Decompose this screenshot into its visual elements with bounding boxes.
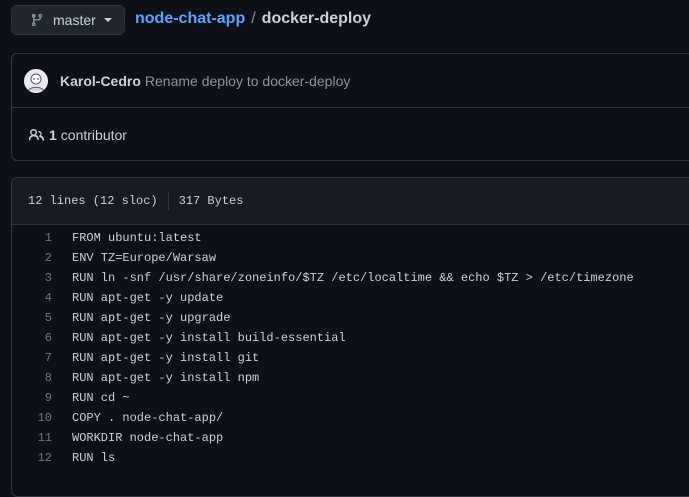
line-code: WORKDIR node-chat-app	[72, 431, 224, 445]
line-code: RUN ls	[72, 451, 116, 465]
git-branch-icon	[30, 13, 44, 27]
latest-commit-row: Karol-Cedro Rename deploy to docker-depl…	[12, 54, 689, 108]
code-line: 1 FROM ubuntu:latest	[12, 228, 689, 248]
line-number[interactable]: 6	[12, 328, 72, 348]
file-line-count: 12 lines (12 sloc)	[28, 194, 158, 208]
contributor-label: contributor	[60, 126, 127, 143]
breadcrumb-separator: /	[251, 10, 256, 27]
line-code: RUN apt-get -y install git	[72, 351, 260, 365]
commit-box: Karol-Cedro Rename deploy to docker-depl…	[11, 53, 689, 161]
line-code: RUN apt-get -y upgrade	[72, 311, 231, 325]
file-name: docker-deploy	[261, 10, 372, 27]
avatar[interactable]	[24, 68, 48, 93]
contributors-row[interactable]: 1 contributor	[12, 108, 689, 161]
code-line: 9 RUN cd ~	[12, 388, 689, 408]
line-code: COPY . node-chat-app/	[72, 411, 224, 425]
code-line: 10 COPY . node-chat-app/	[12, 408, 689, 428]
line-number[interactable]: 3	[12, 268, 72, 288]
people-icon	[28, 127, 44, 143]
line-number[interactable]: 7	[12, 348, 72, 368]
code-line: 11 WORKDIR node-chat-app	[12, 428, 689, 448]
divider	[167, 192, 169, 210]
line-number[interactable]: 5	[12, 308, 72, 328]
code-line: 12 RUN ls	[12, 448, 689, 468]
line-number[interactable]: 8	[12, 368, 72, 388]
commit-message-link[interactable]: Rename deploy to docker-deploy	[145, 73, 350, 89]
line-number[interactable]: 10	[12, 408, 72, 428]
code-line: 3 RUN ln -snf /usr/share/zoneinfo/$TZ /et…	[12, 268, 689, 288]
line-code: RUN ln -snf /usr/share/zoneinfo/$TZ /etc…	[72, 271, 634, 285]
code-view: 1 FROM ubuntu:latest 2 ENV TZ=Europe/Warsaw…	[12, 225, 689, 468]
line-code: RUN apt-get -y update	[72, 291, 224, 305]
code-line: 8 RUN apt-get -y install npm	[12, 368, 689, 388]
file-box: 12 lines (12 sloc) 317 Bytes 1 FROM ubunt…	[11, 177, 689, 497]
line-code: RUN apt-get -y install npm	[72, 371, 260, 385]
line-code: RUN apt-get -y install build-essential	[72, 331, 346, 345]
code-line: 7 RUN apt-get -y install git	[12, 348, 689, 368]
line-number[interactable]: 1	[12, 228, 72, 248]
line-code: FROM ubuntu:latest	[72, 231, 202, 245]
line-number[interactable]: 4	[12, 288, 72, 308]
line-code: ENV TZ=Europe/Warsaw	[72, 251, 217, 265]
code-line: 4 RUN apt-get -y update	[12, 288, 689, 308]
caret-down-icon	[103, 18, 112, 22]
branch-label: master	[53, 12, 96, 28]
line-number[interactable]: 12	[12, 448, 72, 468]
code-line: 6 RUN apt-get -y install build-essential	[12, 328, 689, 348]
file-info-header: 12 lines (12 sloc) 317 Bytes	[12, 178, 689, 225]
breadcrumb: node-chat-app / docker-deploy	[135, 9, 371, 29]
line-number[interactable]: 9	[12, 388, 72, 408]
code-line: 2 ENV TZ=Europe/Warsaw	[12, 248, 689, 268]
file-size: 317 Bytes	[178, 194, 244, 208]
line-code: RUN cd ~	[72, 391, 130, 405]
repo-link[interactable]: node-chat-app	[135, 10, 245, 27]
line-number[interactable]: 2	[12, 248, 72, 268]
commit-author-link[interactable]: Karol-Cedro	[60, 73, 141, 89]
contributor-count: 1	[49, 126, 57, 143]
line-number[interactable]: 11	[12, 428, 72, 448]
code-line: 5 RUN apt-get -y upgrade	[12, 308, 689, 328]
branch-select-button[interactable]: master	[11, 5, 125, 35]
